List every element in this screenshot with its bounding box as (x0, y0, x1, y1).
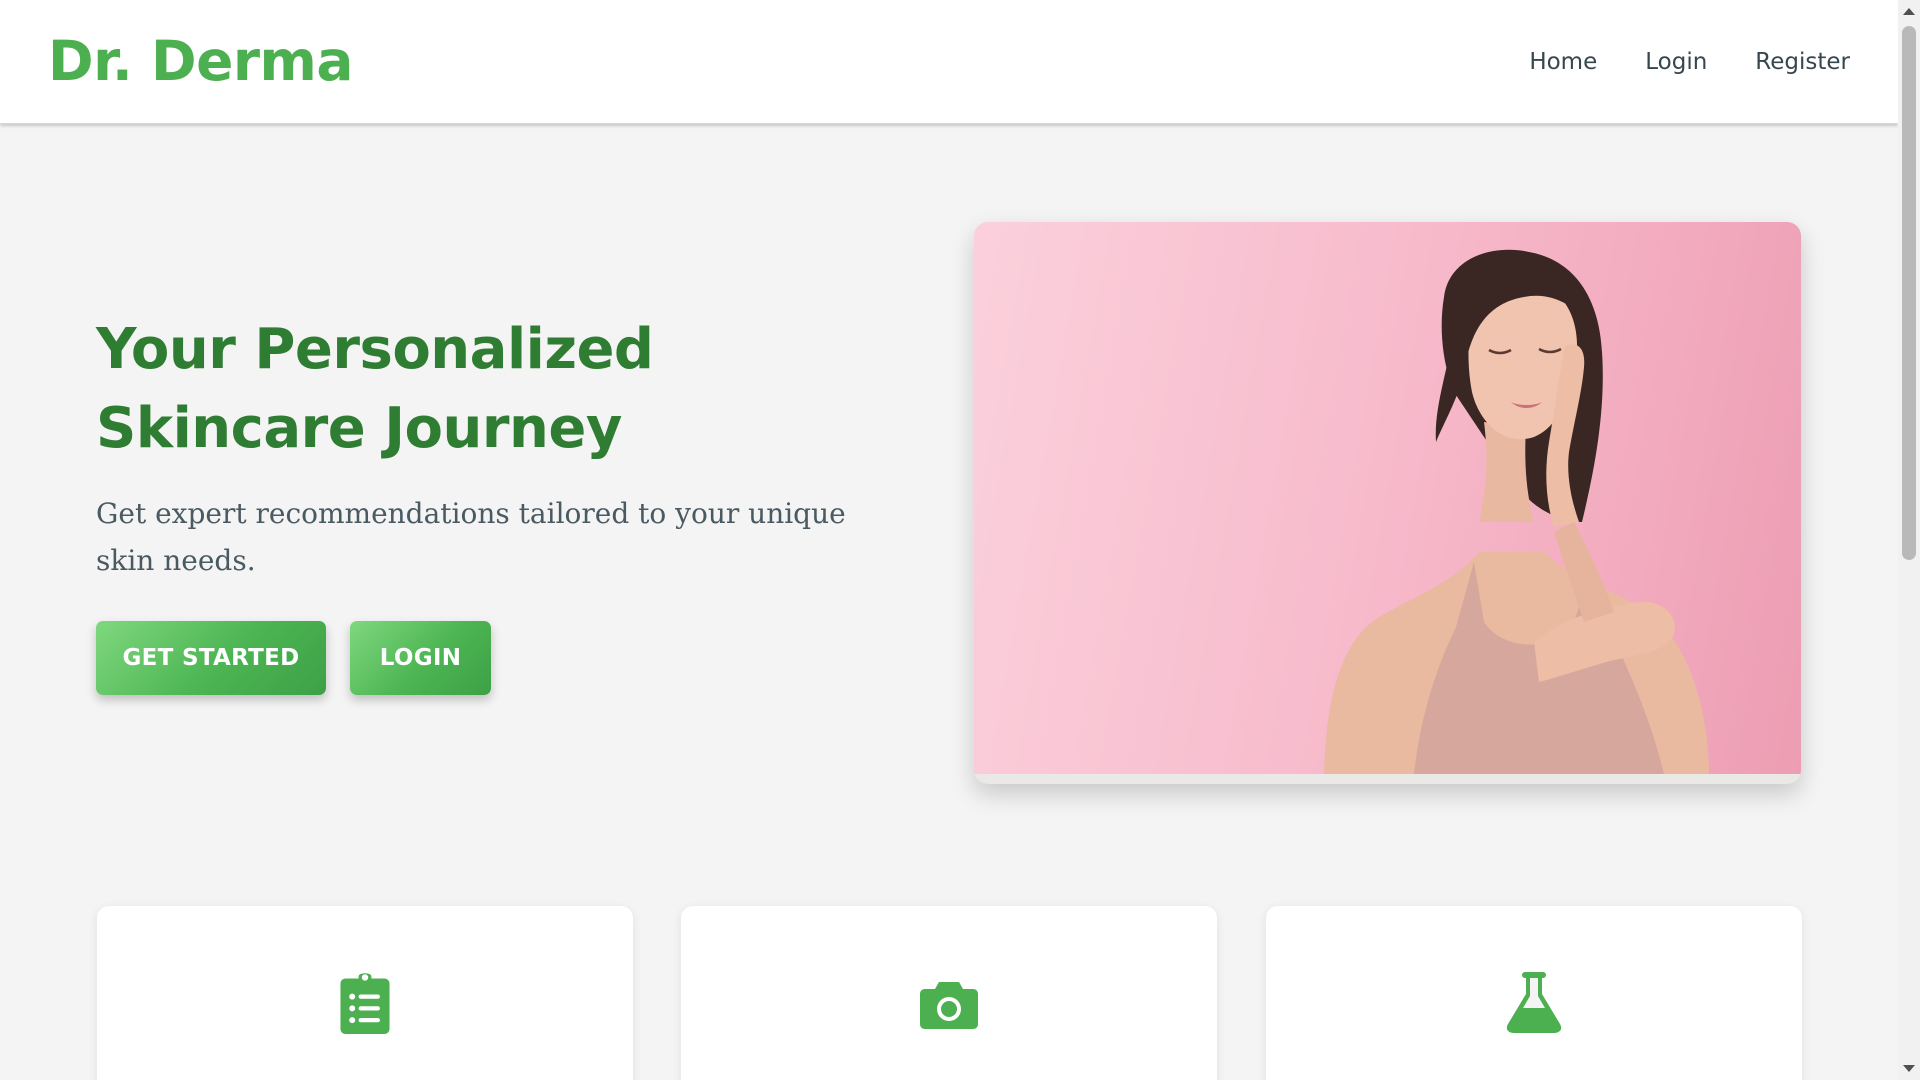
nav-home-link[interactable]: Home (1529, 44, 1597, 80)
feature-card-photo-analysis (681, 906, 1217, 1080)
hero-photo (974, 222, 1801, 774)
nav-register-link[interactable]: Register (1755, 44, 1850, 80)
feature-card-questionnaire (97, 906, 633, 1080)
hero-title-line-2: Skincare Journey (96, 396, 622, 461)
vertical-scrollbar[interactable] (1898, 0, 1920, 1080)
site-header: Dr. Derma Home Login Register (0, 0, 1898, 124)
scrollbar-thumb[interactable] (1902, 26, 1916, 560)
flask-icon (1506, 972, 1562, 1033)
main-nav: Home Login Register (1529, 44, 1850, 80)
hero-title: Your Personalized Skincare Journey (96, 310, 876, 468)
clipboard-list-icon (340, 973, 390, 1034)
scroll-up-arrow-icon[interactable] (1903, 8, 1915, 15)
get-started-button[interactable]: GET STARTED (96, 621, 326, 695)
scroll-down-arrow-icon[interactable] (1903, 1065, 1915, 1072)
camera-icon (920, 982, 978, 1029)
woman-illustration (1324, 249, 1709, 774)
brand-logo[interactable]: Dr. Derma (48, 26, 353, 96)
hero-title-line-1: Your Personalized (96, 317, 654, 382)
login-button[interactable]: LOGIN (350, 621, 491, 695)
hero-image-card (974, 222, 1801, 784)
page: Dr. Derma Home Login Register Your Perso… (0, 0, 1898, 1080)
hero-subtitle: Get expert recommendations tailored to y… (96, 497, 846, 577)
nav-login-link[interactable]: Login (1645, 44, 1707, 80)
feature-card-ingredients (1266, 906, 1802, 1080)
